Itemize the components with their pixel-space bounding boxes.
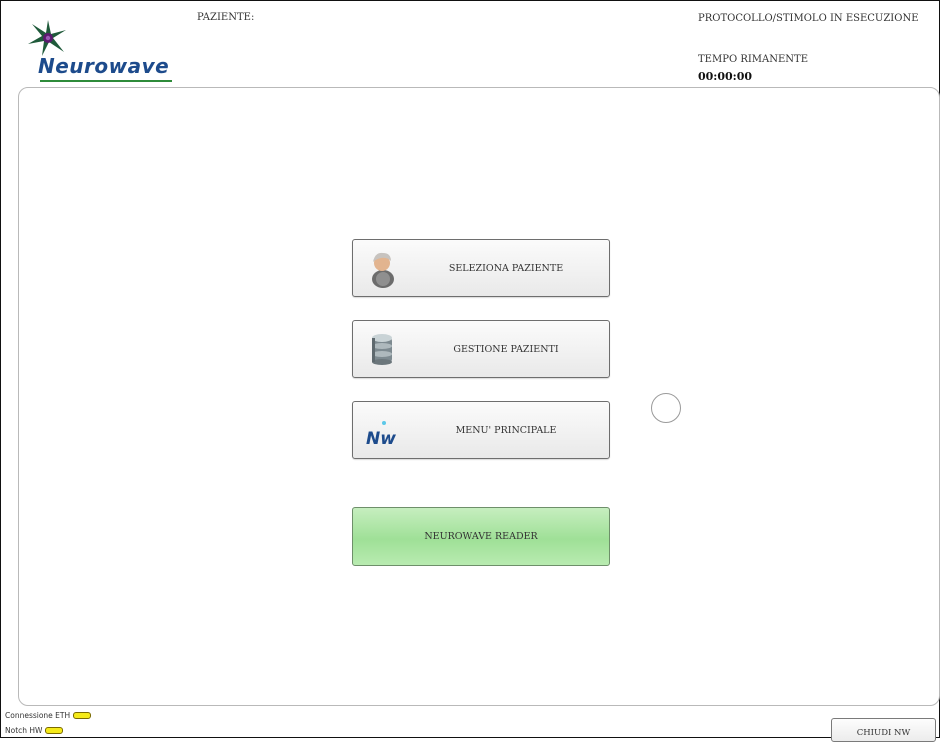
close-nw-button[interactable]: CHIUDI NW xyxy=(831,718,936,742)
notch-status-label: Notch HW xyxy=(5,726,43,735)
time-remaining-label: TEMPO RIMANENTE xyxy=(698,54,809,65)
loading-indicator xyxy=(651,393,681,423)
eth-status: Connessione ETH xyxy=(5,711,92,720)
eth-status-led xyxy=(73,712,92,719)
main-menu-button[interactable]: Nw MENU' PRINCIPALE xyxy=(352,401,610,459)
neuron-star-icon xyxy=(28,20,66,56)
eth-status-label: Connessione ETH xyxy=(5,711,71,720)
patient-label: PAZIENTE: xyxy=(197,12,255,23)
time-remaining-value: 00:00:00 xyxy=(698,70,753,83)
neurowave-reader-label: NEUROWAVE READER xyxy=(424,531,538,542)
notch-status-led xyxy=(45,727,64,734)
manage-patients-label: GESTIONE PAZIENTI xyxy=(453,343,559,355)
manage-patients-button[interactable]: GESTIONE PAZIENTI xyxy=(352,320,610,378)
brand-name: Neurowave xyxy=(38,54,170,78)
person-icon xyxy=(363,248,403,288)
select-patient-button[interactable]: SELEZIONA PAZIENTE xyxy=(352,239,610,297)
select-patient-label: SELEZIONA PAZIENTE xyxy=(448,262,564,274)
nw-logo-icon: Nw xyxy=(363,410,403,450)
protocol-label: PROTOCOLLO/STIMOLO IN ESECUZIONE xyxy=(698,13,919,24)
neurowave-logo: Neurowave xyxy=(24,20,184,82)
main-menu-label: MENU' PRINCIPALE xyxy=(455,424,557,436)
main-panel xyxy=(18,87,940,706)
neurowave-reader-button[interactable]: NEUROWAVE READER xyxy=(352,507,610,566)
brand-underline xyxy=(40,80,172,82)
close-nw-label: CHIUDI NW xyxy=(856,728,911,738)
notch-status: Notch HW xyxy=(5,726,64,735)
nw-logo-text: Nw xyxy=(366,429,396,449)
database-icon xyxy=(363,329,403,369)
